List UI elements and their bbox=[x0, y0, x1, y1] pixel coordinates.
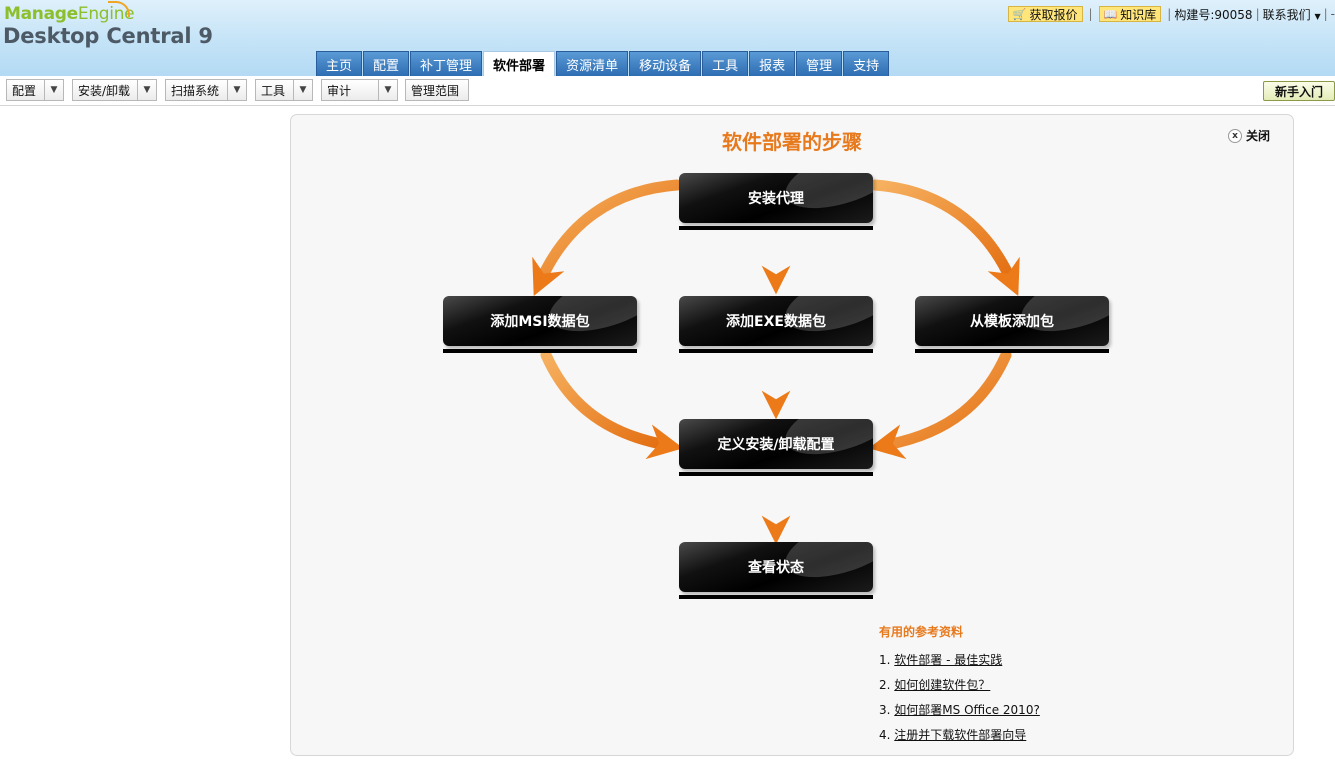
tab-mobile-devices[interactable]: 移动设备 bbox=[629, 51, 702, 76]
arrow-msi-to-define bbox=[540, 349, 684, 460]
manage-scope-button[interactable]: 管理范围 bbox=[405, 79, 469, 101]
main-tabs: 主页 配置 补丁管理 软件部署 资源清单 移动设备 工具 报表 管理 支持 bbox=[316, 51, 890, 76]
ref-link-download-wizard[interactable]: 注册并下载软件部署向导 bbox=[894, 728, 1026, 742]
step-view-status-label: 查看状态 bbox=[748, 560, 804, 576]
tab-support[interactable]: 支持 bbox=[843, 51, 890, 76]
ref-link-best-practices[interactable]: 软件部署 - 最佳实践 bbox=[894, 653, 1002, 667]
install-uninstall-menu[interactable]: 安装/卸载 ▼ bbox=[72, 79, 157, 101]
step-view-status[interactable]: 查看状态 bbox=[679, 542, 873, 592]
ref-link-create-package[interactable]: 如何创建软件包？ bbox=[894, 678, 990, 692]
step-add-msi[interactable]: 添加MSI数据包 bbox=[443, 296, 637, 346]
step-add-exe[interactable]: 添加EXE数据包 bbox=[679, 296, 873, 346]
install-uninstall-menu-label: 安装/卸载 bbox=[78, 83, 131, 98]
audit-menu-label: 审计 bbox=[327, 83, 352, 98]
arrow-agent-to-msi bbox=[532, 179, 683, 297]
arrow-template-to-define bbox=[868, 349, 1012, 460]
ref-number: 4. bbox=[879, 728, 891, 742]
step-from-template-label: 从模板添加包 bbox=[970, 314, 1054, 330]
divider bbox=[443, 349, 637, 353]
contact-us-label: 联系我们 bbox=[1262, 7, 1311, 22]
logo-text-manage: Manage bbox=[4, 4, 78, 24]
divider bbox=[679, 226, 873, 230]
dropdown-arrow-icon: ▼ bbox=[227, 80, 246, 100]
book-icon: 📖 bbox=[1103, 7, 1118, 21]
references-title: 有用的参考资料 bbox=[879, 625, 964, 639]
useful-references: 有用的参考资料 1. 软件部署 - 最佳实践 2. 如何创建软件包？ 3. 如何… bbox=[879, 623, 1040, 751]
contact-us-link[interactable]: 联系我们 ▼ bbox=[1263, 6, 1321, 23]
divider bbox=[679, 349, 873, 353]
config-menu-label: 配置 bbox=[12, 83, 37, 98]
build-number: 构建号:90058 bbox=[1174, 7, 1253, 22]
more-icon[interactable]: - bbox=[1331, 7, 1335, 21]
cart-icon: 🛒 bbox=[1012, 7, 1027, 21]
step-define-config-label: 定义安装/卸载配置 bbox=[717, 437, 835, 453]
getting-started-button[interactable]: 新手入门 bbox=[1263, 81, 1335, 101]
tab-patch-management[interactable]: 补丁管理 bbox=[410, 51, 483, 76]
step-install-agent[interactable]: 安装代理 bbox=[679, 173, 873, 223]
knowledge-base-label: 知识库 bbox=[1120, 7, 1157, 22]
tab-admin[interactable]: 管理 bbox=[796, 51, 843, 76]
step-add-exe-label: 添加EXE数据包 bbox=[726, 314, 826, 330]
list-item: 3. 如何部署MS Office 2010? bbox=[879, 701, 1040, 726]
tab-home[interactable]: 主页 bbox=[316, 51, 363, 76]
manage-scope-label: 管理范围 bbox=[411, 83, 460, 98]
top-links: 🛒 获取报价 | 📖 知识库 | 构建号:90058 | 联系我们 ▼ | - bbox=[1005, 5, 1335, 23]
tab-inventory[interactable]: 资源清单 bbox=[556, 51, 629, 76]
divider: | bbox=[1255, 7, 1260, 21]
ref-number: 3. bbox=[879, 703, 891, 717]
list-item: 4. 注册并下载软件部署向导 bbox=[879, 726, 1040, 751]
dropdown-arrow-icon: ▼ bbox=[44, 80, 63, 100]
get-quote-link[interactable]: 🛒 获取报价 bbox=[1007, 6, 1083, 22]
chevron-down-icon: ▼ bbox=[1314, 11, 1321, 21]
divider bbox=[679, 595, 873, 599]
toolbar: 配置 ▼ 安装/卸载 ▼ 扫描系统 ▼ 工具 ▼ 审计 ▼ 管理范围 新手入门 bbox=[0, 76, 1335, 106]
divider bbox=[679, 472, 873, 476]
tab-reports[interactable]: 报表 bbox=[749, 51, 796, 76]
divider: | bbox=[1167, 7, 1172, 21]
dropdown-arrow-icon: ▼ bbox=[137, 80, 156, 100]
app-header: ManageEngine Desktop Central 9 🛒 获取报价 | … bbox=[0, 0, 1335, 76]
knowledge-base-link[interactable]: 📖 知识库 bbox=[1098, 6, 1162, 22]
divider bbox=[915, 349, 1109, 353]
config-menu[interactable]: 配置 ▼ bbox=[6, 79, 64, 101]
audit-menu[interactable]: 审计 ▼ bbox=[321, 79, 398, 101]
scan-systems-menu-label: 扫描系统 bbox=[171, 83, 220, 98]
step-from-template[interactable]: 从模板添加包 bbox=[915, 296, 1109, 346]
tab-tools[interactable]: 工具 bbox=[702, 51, 749, 76]
ref-number: 2. bbox=[879, 678, 891, 692]
tools-menu[interactable]: 工具 ▼ bbox=[255, 79, 313, 101]
divider: | bbox=[1088, 7, 1093, 21]
step-define-config[interactable]: 定义安装/卸载配置 bbox=[679, 419, 873, 469]
deployment-steps-panel: 软件部署的步骤 x 关闭 安装代理 添加MSI数据包 添加EXE数据包 从模板添… bbox=[290, 114, 1294, 756]
tab-software-deployment[interactable]: 软件部署 bbox=[483, 51, 556, 76]
scan-systems-menu[interactable]: 扫描系统 ▼ bbox=[165, 79, 247, 101]
step-install-agent-label: 安装代理 bbox=[748, 191, 804, 207]
ref-link-deploy-office[interactable]: 如何部署MS Office 2010? bbox=[894, 703, 1040, 717]
dropdown-arrow-icon: ▼ bbox=[293, 80, 312, 100]
dropdown-arrow-icon: ▼ bbox=[378, 80, 397, 100]
arrow-agent-to-template bbox=[869, 179, 1020, 297]
tools-menu-label: 工具 bbox=[261, 83, 286, 98]
list-item: 1. 软件部署 - 最佳实践 bbox=[879, 651, 1040, 676]
tab-configuration[interactable]: 配置 bbox=[363, 51, 410, 76]
list-item: 2. 如何创建软件包？ bbox=[879, 676, 1040, 701]
ref-number: 1. bbox=[879, 653, 891, 667]
product-name: Desktop Central 9 bbox=[3, 24, 213, 48]
get-quote-label: 获取报价 bbox=[1029, 7, 1078, 22]
divider: | bbox=[1323, 7, 1328, 21]
step-add-msi-label: 添加MSI数据包 bbox=[490, 314, 590, 330]
